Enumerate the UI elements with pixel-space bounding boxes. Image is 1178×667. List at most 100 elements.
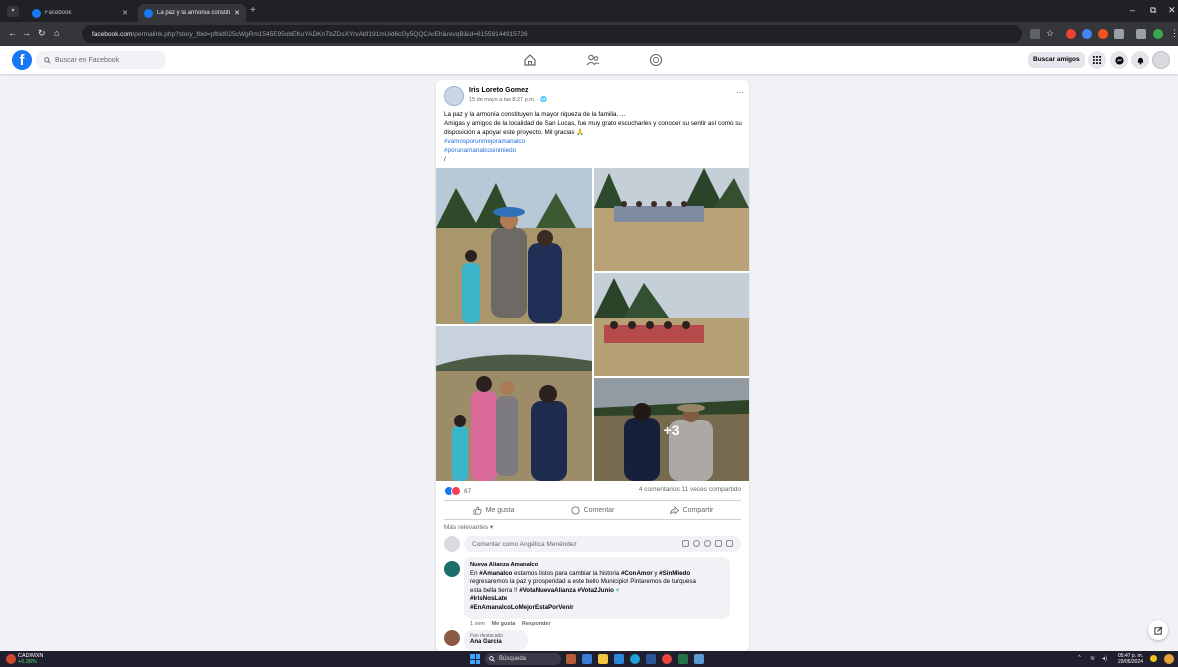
edge-icon[interactable] [630, 654, 640, 664]
like-button[interactable]: Me gusta [444, 501, 543, 519]
comment-time[interactable]: 1 sem [470, 621, 485, 627]
new-message-button[interactable] [1148, 620, 1168, 640]
comment-placeholder: Comentar como Angélica Menéndez [472, 540, 577, 548]
store-icon[interactable] [614, 654, 624, 664]
messenger-icon [1114, 55, 1124, 65]
share-button[interactable]: Compartir [642, 501, 741, 519]
more-photos-overlay[interactable]: +3 [594, 378, 749, 481]
tab-search-button[interactable]: ▾ [7, 6, 19, 17]
extension-icon[interactable] [1098, 29, 1108, 39]
post-actions: Me gusta Comentar Compartir [444, 500, 741, 520]
cast-icon[interactable] [1030, 29, 1040, 39]
search-placeholder: Buscar en Facebook [55, 56, 120, 64]
stock-ticker[interactable]: CAD/MXN +0.38% [18, 653, 43, 665]
close-tab-icon[interactable]: ✕ [122, 9, 128, 17]
menu-kebab-icon[interactable]: ⋮ [1170, 28, 1178, 39]
wifi-icon[interactable]: ≋ [1090, 655, 1095, 662]
post-text-line: / [444, 156, 446, 163]
extension-icon[interactable] [1066, 29, 1076, 39]
messenger-button[interactable] [1110, 51, 1128, 69]
post-photo[interactable]: +3 [594, 378, 749, 481]
word-icon[interactable] [646, 654, 656, 664]
reload-icon[interactable]: ↻ [38, 28, 46, 39]
sticker-icon[interactable] [682, 540, 689, 547]
friends-nav-icon[interactable] [586, 53, 600, 67]
comment-button[interactable]: Comentar [543, 501, 642, 519]
search-input[interactable]: Buscar en Facebook [36, 51, 166, 69]
comment-line: esta bella tierra !! #VotaNuevaAlianza #… [470, 586, 620, 594]
taskbar-search-label: Búsqueda [499, 656, 527, 662]
chrome-icon[interactable] [662, 654, 672, 664]
extension-icon[interactable] [1082, 29, 1092, 39]
copilot-icon[interactable] [1164, 654, 1174, 664]
extensions-puzzle-icon[interactable] [1114, 29, 1124, 39]
commenter-name[interactable]: Nueva Alianza Amanalco [470, 561, 724, 570]
post-timestamp[interactable]: 15 de mayo a las 8:27 p.m. · 🌐 [469, 97, 547, 103]
menu-grid-icon [1093, 56, 1101, 64]
bookmark-star-icon[interactable]: ☆ [1046, 28, 1054, 39]
commenter-name[interactable]: Ana Garcia [470, 639, 522, 645]
post-photo[interactable] [436, 168, 592, 324]
task-view-icon[interactable] [582, 654, 592, 664]
stock-widget-icon[interactable] [6, 654, 16, 664]
close-window-icon[interactable]: ✕ [1168, 5, 1176, 16]
profile-icon[interactable] [1153, 29, 1163, 39]
tab-facebook[interactable]: Facebook ✕ [26, 4, 134, 22]
facebook-logo-icon[interactable]: f [12, 50, 32, 70]
file-explorer-icon[interactable] [598, 654, 608, 664]
gif-icon[interactable] [715, 540, 722, 547]
post-options-button[interactable]: ··· [736, 88, 744, 97]
post-photo[interactable] [594, 273, 749, 376]
emoji-icon[interactable] [693, 540, 700, 547]
comment-sort-dropdown[interactable]: Más relevantes ▾ [444, 523, 493, 531]
commenter-avatar[interactable] [444, 630, 460, 646]
comment-hashtag[interactable]: #IrisNosLate [470, 595, 724, 604]
comment-hashtag[interactable]: #EnAmanalcoLoMejorEstaPorVenir [470, 604, 724, 613]
camera-icon[interactable] [704, 540, 711, 547]
forward-icon[interactable]: → [22, 28, 31, 38]
start-menu-icon[interactable] [470, 654, 480, 664]
new-tab-button[interactable]: + [250, 5, 256, 16]
groups-nav-icon[interactable] [649, 53, 663, 67]
comment-input[interactable]: Comentar como Angélica Menéndez [464, 536, 741, 552]
find-friends-button[interactable]: Buscar amigos [1028, 52, 1085, 68]
minimize-icon[interactable]: – [1130, 5, 1135, 15]
comments-shares-count[interactable]: 4 comentarios 11 veces compartido [639, 486, 741, 493]
notifications-button[interactable] [1131, 51, 1149, 69]
author-avatar[interactable] [444, 86, 464, 106]
commenter-avatar[interactable] [444, 561, 460, 577]
restore-icon[interactable]: ⧉ [1150, 5, 1156, 16]
home-icon[interactable]: ⌂ [54, 28, 59, 38]
comment-like-link[interactable]: Me gusta [492, 621, 516, 627]
reading-list-icon[interactable] [1136, 29, 1146, 39]
globe-icon: 🌐 [540, 97, 548, 103]
menu-grid-button[interactable] [1088, 51, 1106, 69]
address-bar[interactable]: facebook.com /permalink.php?story_fbid=p… [82, 25, 1022, 43]
volume-icon[interactable]: ◂) [1102, 655, 1107, 662]
outlook-icon[interactable] [694, 654, 704, 664]
taskbar-clock[interactable]: 05:47 p. m. 29/05/2024 [1118, 653, 1143, 665]
post-author[interactable]: Iris Loreto Gomez [469, 87, 529, 94]
app-icon[interactable] [566, 654, 576, 664]
hashtag-link[interactable]: #vamosporunmejoramanalco [444, 137, 744, 146]
photo-grid: +3 [436, 168, 749, 481]
avatar-sticker-icon[interactable] [726, 540, 733, 547]
post-photo[interactable] [436, 326, 592, 481]
tab-post[interactable]: La paz y la armonía constituye ✕ [138, 4, 246, 22]
back-icon[interactable]: ← [8, 28, 17, 38]
excel-icon[interactable] [678, 654, 688, 664]
facebook-header: f Buscar en Facebook Buscar amigos [0, 46, 1178, 74]
notification-icon[interactable] [1150, 655, 1157, 662]
hashtag-link[interactable]: #porunamanalcosinmiedo [444, 146, 744, 155]
reaction-count: 87 [464, 487, 472, 495]
comment-reply-link[interactable]: Responder [522, 621, 551, 627]
home-nav-icon[interactable] [523, 53, 537, 67]
close-tab-icon[interactable]: ✕ [234, 9, 240, 17]
taskbar-search[interactable]: Búsqueda [485, 653, 561, 665]
post-body: La paz y la armonía constituyen la mayor… [444, 110, 744, 164]
tray-chevron-icon[interactable]: ^ [1078, 655, 1081, 661]
facebook-favicon-icon [32, 8, 41, 18]
post-photo[interactable] [594, 168, 749, 271]
reactions-summary[interactable]: 87 [444, 486, 471, 496]
profile-avatar[interactable] [1152, 51, 1170, 69]
